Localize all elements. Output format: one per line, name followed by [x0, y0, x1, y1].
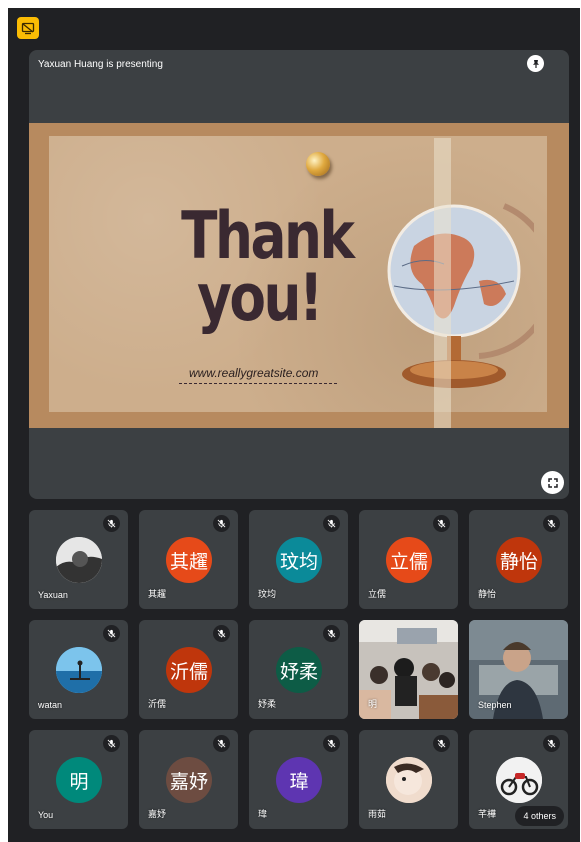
avatar: 瑋 — [276, 757, 322, 803]
participant-tile[interactable]: Yaxuan — [29, 510, 128, 609]
fullscreen-icon[interactable] — [541, 471, 564, 494]
meet-window: Yaxuan Huang is presenting Thank you! ww… — [8, 8, 580, 842]
participant-tile[interactable]: 静怡 静怡 — [469, 510, 568, 609]
avatar: 其趯 — [166, 537, 212, 583]
thumbtack-image — [306, 152, 330, 176]
mic-off-icon — [103, 625, 120, 642]
globe-image — [387, 203, 534, 388]
mic-off-icon — [433, 735, 450, 752]
slide-title: Thank you! — [181, 199, 355, 336]
presentation-panel: Yaxuan Huang is presenting Thank you! ww… — [29, 50, 569, 499]
shared-slide: Thank you! www.reallygreatsite.com — [29, 123, 569, 428]
participant-tile[interactable]: 沂儒 沂儒 — [139, 620, 238, 719]
mic-off-icon — [213, 625, 230, 642]
participant-tile[interactable]: 其趯 其趯 — [139, 510, 238, 609]
participant-name: 立儒 — [368, 589, 387, 599]
mic-off-icon — [543, 515, 560, 532]
participant-name: watan — [38, 700, 63, 710]
mic-off-icon — [323, 625, 340, 642]
mic-off-icon — [103, 735, 120, 752]
avatar: 明 — [56, 757, 102, 803]
participant-name: 芊樺 — [478, 809, 497, 819]
slide-url: www.reallygreatsite.com — [189, 366, 319, 380]
participant-tile[interactable]: 瑋 瑋 — [249, 730, 348, 829]
participant-name: 沂儒 — [148, 699, 167, 709]
participant-name: 玟均 — [258, 589, 277, 599]
avatar: 嘉妤 — [166, 757, 212, 803]
participant-tile[interactable]: 明 — [359, 620, 458, 719]
mic-off-icon — [103, 515, 120, 532]
present-to-all-icon[interactable] — [17, 17, 39, 39]
participant-tile[interactable]: 芊樺 4 others — [469, 730, 568, 829]
avatar — [56, 647, 102, 693]
participant-tile[interactable]: 妤柔 妤柔 — [249, 620, 348, 719]
participant-name: 嘉妤 — [148, 809, 167, 819]
participant-name: You — [38, 810, 54, 820]
mic-off-icon — [433, 515, 450, 532]
avatar: 立儒 — [386, 537, 432, 583]
avatar: 玟均 — [276, 537, 322, 583]
pin-icon[interactable] — [527, 55, 544, 72]
mic-off-icon — [213, 515, 230, 532]
mic-off-icon — [213, 735, 230, 752]
presenting-label: Yaxuan Huang is presenting — [38, 59, 163, 70]
avatar: 妤柔 — [276, 647, 322, 693]
participant-tile[interactable]: Stephen — [469, 620, 568, 719]
participant-tile[interactable]: watan — [29, 620, 128, 719]
participant-tile[interactable]: 玟均 玟均 — [249, 510, 348, 609]
avatar — [56, 537, 102, 583]
participant-name: 瑋 — [258, 809, 268, 819]
avatar: 沂儒 — [166, 647, 212, 693]
avatar: 静怡 — [496, 537, 542, 583]
participant-name: 其趯 — [148, 589, 167, 599]
participant-name: 明 — [368, 699, 378, 709]
participant-name: 雨茹 — [368, 809, 387, 819]
participant-name: Yaxuan — [38, 590, 68, 600]
others-count-badge[interactable]: 4 others — [515, 806, 564, 826]
mic-off-icon — [543, 735, 560, 752]
participant-name: 妤柔 — [258, 699, 277, 709]
avatar — [386, 757, 432, 803]
slide-title-line2: you! — [197, 261, 323, 336]
participant-name: 静怡 — [478, 589, 497, 599]
mic-off-icon — [323, 735, 340, 752]
participant-tile[interactable]: 雨茹 — [359, 730, 458, 829]
participant-tile[interactable]: 嘉妤 嘉妤 — [139, 730, 238, 829]
slide-title-line1: Thank — [181, 199, 355, 274]
slide-dashed-line — [179, 383, 337, 384]
participant-tile[interactable]: 立儒 立儒 — [359, 510, 458, 609]
participant-name: Stephen — [478, 700, 512, 710]
tape-strip — [434, 138, 451, 428]
participant-tile[interactable]: 明 You — [29, 730, 128, 829]
avatar — [496, 757, 542, 803]
mic-off-icon — [323, 515, 340, 532]
slide-card: Thank you! www.reallygreatsite.com — [49, 136, 547, 412]
